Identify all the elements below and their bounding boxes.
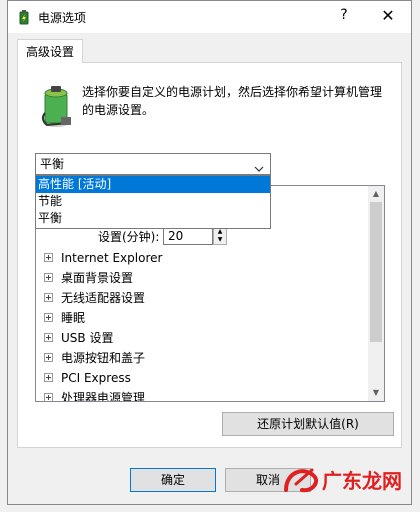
- ok-button[interactable]: 确定: [130, 468, 216, 492]
- expand-icon[interactable]: [44, 373, 53, 382]
- tree-item[interactable]: Internet Explorer: [44, 248, 162, 268]
- plan-option-high-performance[interactable]: 高性能 [活动]: [36, 176, 270, 193]
- plan-option-power-saver[interactable]: 节能: [36, 193, 270, 210]
- power-options-dialog: 电源选项 ? ✕ 高级设置 选择你要自定义的电源计划，然后选择你希望计算机管理的…: [7, 0, 412, 505]
- tree-item-label: Internet Explorer: [61, 251, 163, 265]
- expand-icon[interactable]: [44, 273, 53, 282]
- battery-plug-icon: [41, 83, 75, 132]
- minutes-input[interactable]: 20: [163, 227, 213, 245]
- tree-item-label: 电源按钮和盖子: [61, 351, 146, 365]
- expand-icon[interactable]: [44, 293, 53, 302]
- description-text: 选择你要自定义的电源计划，然后选择你希望计算机管理的电源设置。: [82, 85, 383, 117]
- tree-item[interactable]: 无线适配器设置: [44, 288, 145, 308]
- close-button[interactable]: ✕: [378, 6, 398, 26]
- tree-item-label: 无线适配器设置: [61, 291, 146, 305]
- plan-dropdown-list[interactable]: 高性能 [活动] 节能 平衡: [35, 175, 271, 229]
- window-title: 电源选项: [38, 11, 87, 25]
- tree-item-label: 桌面背景设置: [61, 271, 134, 285]
- minutes-value: 20: [168, 229, 184, 243]
- tab-advanced-settings[interactable]: 高级设置: [17, 39, 83, 63]
- setting-label: 设置(分钟):: [98, 230, 160, 244]
- tree-item-label: 睡眠: [61, 311, 86, 325]
- expand-icon[interactable]: [44, 253, 53, 262]
- battery-icon: [16, 9, 32, 25]
- tree-item[interactable]: USB 设置: [44, 328, 113, 348]
- stepper-down-icon[interactable]: ▼: [214, 236, 226, 244]
- advanced-settings-panel: 选择你要自定义的电源计划，然后选择你希望计算机管理的电源设置。 设置(分钟): …: [17, 62, 402, 448]
- help-button[interactable]: ?: [336, 7, 352, 27]
- watermark-text: 广东龙网: [322, 469, 402, 493]
- tree-item[interactable]: PCI Express: [44, 368, 131, 388]
- vertical-scrollbar[interactable]: ▲ ▼: [368, 186, 384, 401]
- plan-option-balanced[interactable]: 平衡: [36, 210, 270, 227]
- expand-icon[interactable]: [44, 393, 53, 401]
- tree-item-label: USB 设置: [61, 331, 114, 345]
- plan-select-value: 平衡: [40, 157, 65, 171]
- tree-item-label: PCI Express: [61, 371, 131, 385]
- minutes-stepper[interactable]: ▲ ▼: [213, 227, 227, 245]
- tree-item[interactable]: 电源按钮和盖子: [44, 348, 145, 368]
- tree-item[interactable]: 处理器电源管理: [44, 388, 146, 402]
- tree-item[interactable]: 桌面背景设置: [44, 268, 133, 288]
- tree-item-label: 处理器电源管理: [61, 391, 146, 402]
- scroll-thumb[interactable]: [370, 202, 382, 342]
- expand-icon[interactable]: [44, 333, 53, 342]
- scroll-down-icon[interactable]: ▼: [368, 385, 384, 401]
- title-bar: 电源选项 ? ✕: [8, 1, 411, 33]
- expand-icon[interactable]: [44, 313, 53, 322]
- restore-defaults-button[interactable]: 还原计划默认值(R): [222, 412, 394, 436]
- plan-select[interactable]: 平衡: [35, 153, 271, 175]
- chevron-down-icon: [254, 159, 264, 172]
- watermark-logo: 广东龙网: [282, 462, 410, 498]
- scroll-up-icon[interactable]: ▲: [368, 186, 384, 202]
- tree-item[interactable]: 睡眠: [44, 308, 85, 328]
- expand-icon[interactable]: [44, 353, 53, 362]
- stepper-up-icon[interactable]: ▲: [214, 228, 226, 236]
